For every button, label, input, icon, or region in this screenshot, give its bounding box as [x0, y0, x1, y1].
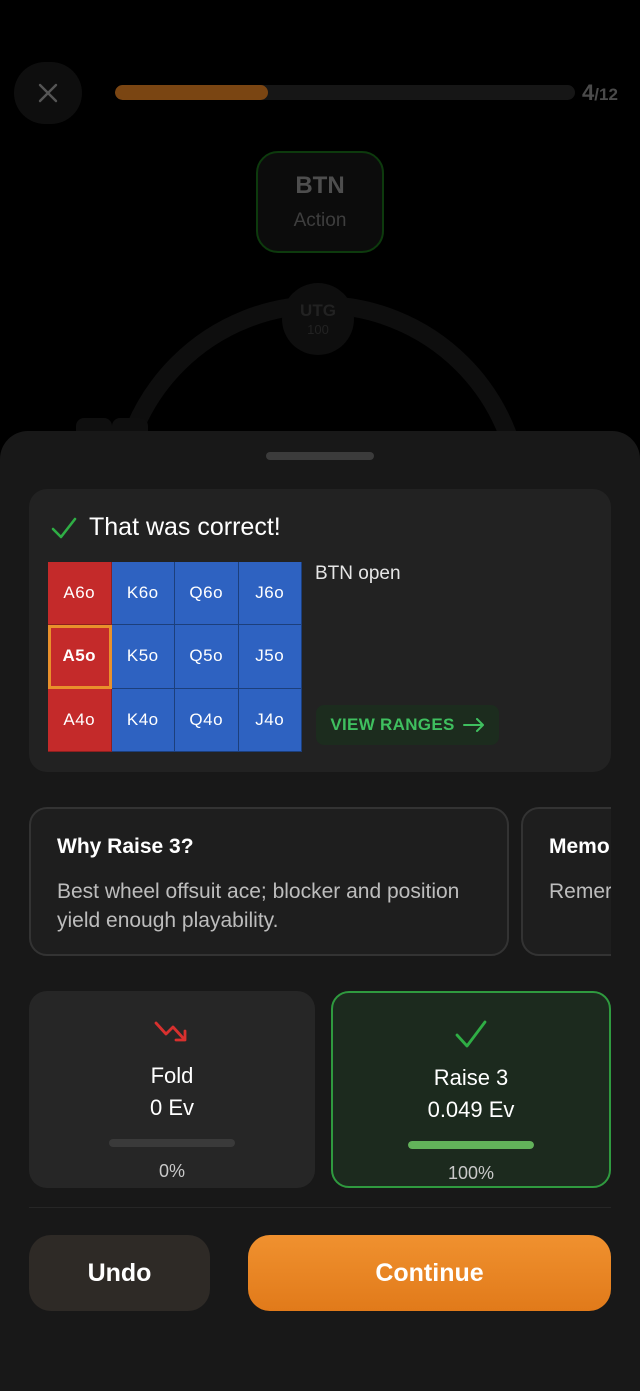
- range-cell: A4o: [48, 688, 112, 752]
- progress-total: 12: [598, 85, 618, 104]
- view-ranges-button[interactable]: VIEW RANGES: [316, 705, 499, 745]
- hero-seat: BTN Action: [256, 151, 384, 253]
- range-cell: K4o: [111, 688, 175, 752]
- range-cell: J4o: [238, 688, 302, 752]
- memo-body: Remer begins: [549, 880, 611, 903]
- fold-frequency: 0%: [158, 1161, 185, 1181]
- range-cell-current: A5o: [48, 625, 112, 689]
- explanation-card[interactable]: Why Raise 3? Best wheel offsuit ace; blo…: [29, 807, 509, 956]
- memo-title: Memo: [549, 835, 610, 858]
- continue-button[interactable]: Continue: [248, 1235, 611, 1311]
- progress-current: 4: [582, 80, 595, 105]
- sheet-handle[interactable]: [266, 452, 374, 460]
- raise-frequency-fill: [408, 1141, 534, 1149]
- range-cell: Q4o: [175, 688, 239, 752]
- trainer-screen: 4/12 BTN Action UTG 100 That was correct…: [0, 0, 640, 1391]
- range-cell: Q6o: [175, 562, 239, 626]
- check-icon: [51, 517, 77, 538]
- hero-seat-position: BTN: [295, 172, 345, 199]
- raise-label: Raise 3: [433, 1065, 509, 1090]
- utg-seat-stack: 100: [307, 322, 329, 337]
- explanation-card-peek: Memo Remer begins: [521, 807, 611, 956]
- memo-card[interactable]: Memo Remer begins: [521, 807, 611, 956]
- divider: [29, 1207, 611, 1208]
- range-cell: K6o: [111, 562, 175, 626]
- view-ranges-label: VIEW RANGES: [330, 715, 455, 734]
- trend-down-icon: [154, 1021, 187, 1042]
- progress-fill: [115, 85, 269, 100]
- result-header: That was correct!: [51, 513, 281, 542]
- close-button[interactable]: [14, 62, 82, 124]
- range-grid: A6o K6o Q6o J6o A5o K5o Q5o J5o A4o K4o Q4o J4o: [48, 562, 302, 752]
- fold-ev: 0 Ev: [149, 1095, 195, 1120]
- explanation-title: Why Raise 3?: [57, 835, 194, 858]
- check-icon: [455, 1020, 487, 1048]
- raise-option: Raise 3 0.049 Ev 100%: [331, 991, 611, 1188]
- explanation-body: Best wheel offsuit ace; blocker and posi…: [57, 880, 460, 932]
- feedback-sheet: That was correct! A6o K6o Q6o J6o A5o K5o Q5o J…: [0, 431, 640, 1391]
- range-cell: K5o: [111, 625, 175, 689]
- range-cell: Q5o: [175, 625, 239, 689]
- result-card: That was correct! A6o K6o Q6o J6o A5o K5o Q5o J…: [29, 489, 611, 772]
- close-icon: [38, 83, 58, 103]
- undo-button[interactable]: Undo: [29, 1235, 210, 1311]
- raise-frequency-bar: [408, 1141, 534, 1149]
- raise-frequency: 100%: [447, 1163, 495, 1183]
- range-cell: J5o: [238, 625, 302, 689]
- range-cell: A6o: [48, 562, 112, 626]
- raise-ev: 0.049 Ev: [427, 1097, 515, 1122]
- fold-frequency-bar: [109, 1139, 235, 1147]
- range-name: BTN open: [315, 563, 401, 584]
- progress-count: 4/12: [582, 80, 618, 106]
- utg-seat: UTG 100: [282, 283, 354, 355]
- fold-label: Fold: [150, 1063, 194, 1088]
- utg-seat-position: UTG: [300, 301, 336, 320]
- hero-seat-status: Action: [293, 210, 347, 231]
- range-cell: J6o: [238, 562, 302, 626]
- progress-bar: [115, 85, 575, 100]
- fold-option: Fold 0 Ev 0%: [29, 991, 315, 1188]
- arrow-right-icon: [462, 718, 484, 732]
- result-title: That was correct!: [89, 513, 281, 541]
